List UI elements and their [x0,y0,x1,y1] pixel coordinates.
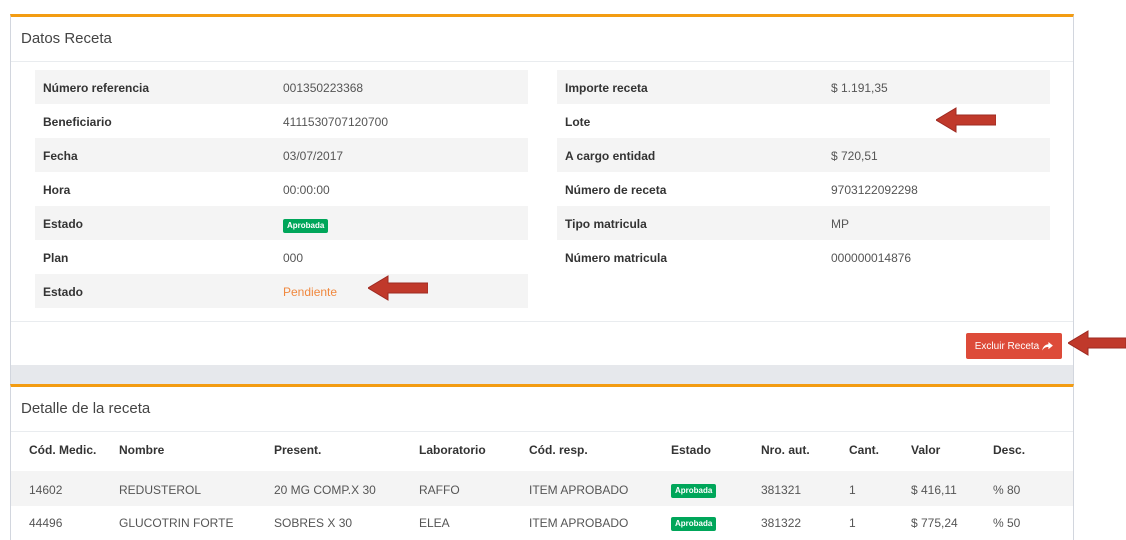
detalle-receta-panel: Detalle de la receta Cód. Medic. Nombre … [10,384,1074,540]
table-cell: 381322 [761,516,802,530]
info-row-importe-receta: Importe receta $ 1.191,35 [557,70,1050,104]
info-value: 9703122092298 [831,183,918,197]
excluir-receta-button[interactable]: Excluir Receta [966,333,1062,359]
column-header[interactable]: Nro. aut. [761,428,849,473]
info-label: Hora [43,183,71,197]
info-value: $ 720,51 [831,149,878,163]
info-row-numero-receta: Número de receta 9703122092298 [557,172,1050,206]
column-header[interactable]: Cód. Medic. [11,428,119,473]
table-cell: ITEM APROBADO [529,482,629,497]
info-value: $ 1.191,35 [831,81,888,95]
table-cell: $ 416,11 [911,482,957,497]
info-label: Estado [43,217,84,231]
info-row-a-cargo-entidad: A cargo entidad $ 720,51 [557,138,1050,172]
info-label: Beneficiario [43,115,112,129]
table-cell: 44496 [29,516,63,530]
info-row-beneficiario: Beneficiario 4111530707120700 [35,104,528,138]
annotation-arrow-icon [936,107,996,133]
table-cell: % 80 [993,482,1021,497]
status-badge: Aprobada [671,517,717,531]
column-header[interactable]: Estado [671,428,761,473]
info-value: 001350223368 [283,81,364,95]
info-row-fecha: Fecha 03/07/2017 [35,138,528,172]
info-label: Estado [43,285,84,299]
info-row-plan: Plan 000 [35,240,528,274]
excluir-receta-label: Excluir Receta [974,340,1040,352]
column-header[interactable]: Cód. resp. [529,428,671,473]
datos-receta-panel: Datos Receta Número referencia 001350223… [10,14,1074,365]
info-value: Aprobada [283,217,329,233]
table-cell: 20 MG COMP.X 30 [274,482,376,497]
annotation-arrow-icon [1068,330,1126,356]
panel-separator [10,365,1074,384]
column-header[interactable]: Desc. [993,428,1073,473]
table-cell: RAFFO [419,482,460,497]
divider [11,61,1073,62]
info-row-estado-pendiente: Estado Pendiente [35,274,528,308]
table-cell: ITEM APROBADO [529,516,629,530]
info-value: 03/07/2017 [283,149,344,163]
info-label: Fecha [43,149,78,163]
info-label: Número matricula [565,251,668,265]
info-label: A cargo entidad [565,149,656,163]
table-cell: ELEA [419,516,450,530]
column-header[interactable]: Valor [911,428,993,473]
table-cell: Aprobada [671,506,761,540]
table-cell: GLUCOTRIN FORTE [119,516,234,530]
table-cell: % 50 [993,516,1021,530]
detalle-receta-title: Detalle de la receta [21,400,151,417]
table-cell: 1 [849,482,856,497]
status-badge: Aprobada [283,219,329,233]
annotation-arrow-icon [368,275,428,301]
info-label: Plan [43,251,69,265]
table-cell: REDUSTEROL [119,482,202,497]
divider [11,321,1073,322]
info-row-tipo-matricula: Tipo matricula MP [557,206,1050,240]
column-header[interactable]: Laboratorio [419,428,529,473]
status-badge: Aprobada [671,483,717,498]
table-cell: 14602 [29,482,63,497]
info-label: Número de receta [565,183,667,197]
table-cell: 381321 [761,482,802,497]
table-row: 14602 REDUSTEROL 20 MG COMP.X 30 RAFFO I… [11,472,1073,506]
receta-info-left-table: Número referencia 001350223368 Beneficia… [35,70,528,308]
table-cell: Aprobada [671,472,761,506]
table-row: 44496 GLUCOTRIN FORTE SOBRES X 30 ELEA I… [11,506,1073,540]
column-header[interactable]: Cant. [849,428,911,473]
receta-info-right-table: Importe receta $ 1.191,35 Lote A cargo e… [557,70,1050,274]
share-arrow-icon [1042,341,1054,351]
info-row-estado: Estado Aprobada [35,206,528,240]
info-label: Importe receta [565,81,648,95]
info-label: Tipo matricula [565,217,647,231]
table-header-row: Cód. Medic. Nombre Present. Laboratorio … [11,428,1073,473]
info-value: 000 [283,251,304,265]
info-row-hora: Hora 00:00:00 [35,172,528,206]
datos-receta-title: Datos Receta [21,30,112,47]
table-cell: SOBRES X 30 [274,516,353,530]
column-header[interactable]: Present. [274,428,419,473]
info-value: 000000014876 [831,251,912,265]
info-row-numero-referencia: Número referencia 001350223368 [35,70,528,104]
pending-status-text: Pendiente [283,285,338,299]
info-row-numero-matricula: Número matricula 000000014876 [557,240,1050,274]
info-value: 4111530707120700 [283,115,388,129]
table-cell: 1 [849,516,856,530]
detalle-table: Cód. Medic. Nombre Present. Laboratorio … [11,428,1073,540]
info-value: 00:00:00 [283,183,330,197]
info-label: Lote [565,115,591,129]
column-header[interactable]: Nombre [119,428,274,473]
info-value: MP [831,217,849,231]
info-label: Número referencia [43,81,150,95]
table-cell: $ 775,24 [911,516,958,530]
